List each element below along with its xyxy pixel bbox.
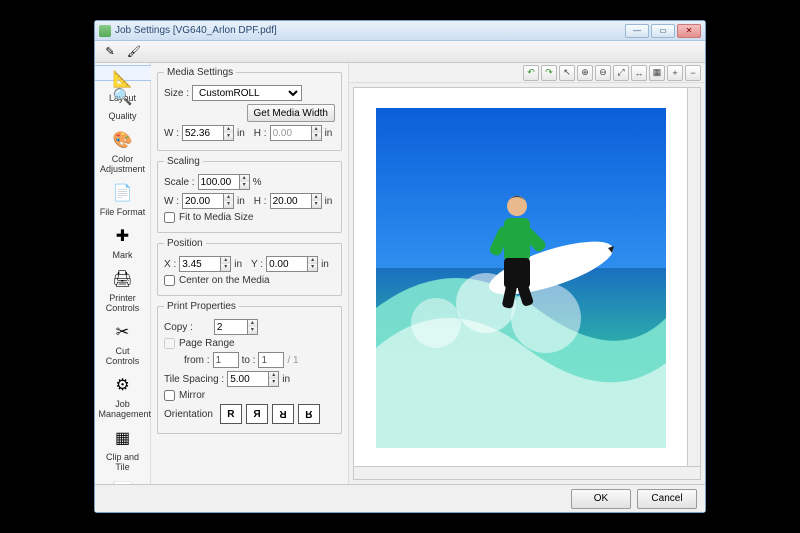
maximize-button[interactable]: ▭ [651, 24, 675, 38]
sidebar-item-color[interactable]: 🎨Color Adjustment [98, 124, 148, 177]
page-to-input [258, 352, 284, 368]
zoom-out-icon[interactable]: ⊖ [595, 65, 611, 81]
fit-media-checkbox[interactable] [164, 212, 175, 223]
sidebar-item-fileformat[interactable]: 📄File Format [98, 177, 148, 220]
sidebar-item-printer[interactable]: 🖨Printer Controls [98, 263, 148, 316]
media-width-input[interactable] [182, 125, 224, 141]
minus-icon[interactable]: − [685, 65, 701, 81]
media-settings-group: Media Settings Size : CustomROLL Get Med… [157, 67, 342, 151]
scaling-group: Scaling Scale : ▴▾ % W : ▴▾ in H : ▴▾ in… [157, 156, 342, 233]
sidebar-item-variable[interactable]: 📊Variable Data [98, 475, 148, 484]
orient-90-button[interactable]: R [246, 404, 268, 424]
dialog-buttons: OK Cancel [95, 484, 705, 512]
get-media-width-button[interactable]: Get Media Width [247, 104, 335, 122]
page-range-checkbox [164, 338, 175, 349]
plus-icon[interactable]: + [667, 65, 683, 81]
spin-up-icon[interactable]: ▴ [224, 126, 233, 133]
job-settings-window: Job Settings [VG640_Arlon DPF.pdf] — ▭ ✕… [94, 20, 706, 513]
orient-180-button[interactable]: R [272, 404, 294, 424]
scale-height-input[interactable] [270, 193, 312, 209]
redo-icon[interactable]: ↷ [541, 65, 557, 81]
close-button[interactable]: ✕ [677, 24, 701, 38]
scale-width-input[interactable] [182, 193, 224, 209]
print-properties-group: Print Properties Copy : ▴▾ Page Range fr… [157, 301, 342, 434]
main-toolbar: ✎ 🖌 [95, 41, 705, 63]
tile-spacing-input[interactable] [227, 371, 269, 387]
page-from-input [213, 352, 239, 368]
pos-x-input[interactable] [179, 256, 221, 272]
sidebar-item-quality[interactable]: 🔍Quality [98, 81, 148, 124]
page-width-icon[interactable]: ↔ [631, 65, 647, 81]
zoom-in-icon[interactable]: ⊕ [577, 65, 593, 81]
mirror-checkbox[interactable] [164, 390, 175, 401]
settings-panel: Media Settings Size : CustomROLL Get Med… [151, 63, 349, 484]
orient-270-button[interactable]: R [298, 404, 320, 424]
window-title: Job Settings [VG640_Arlon DPF.pdf] [115, 25, 625, 36]
preview-canvas[interactable] [353, 87, 701, 480]
sidebar-item-cut[interactable]: ✂Cut Controls [98, 316, 148, 369]
minimize-button[interactable]: — [625, 24, 649, 38]
orient-0-button[interactable]: R [220, 404, 242, 424]
scale-input[interactable] [198, 174, 240, 190]
media-height-input [270, 125, 312, 141]
zoom-fit-icon[interactable]: ⤢ [613, 65, 629, 81]
titlebar: Job Settings [VG640_Arlon DPF.pdf] — ▭ ✕ [95, 21, 705, 41]
undo-icon[interactable]: ↶ [523, 65, 539, 81]
ok-button[interactable]: OK [571, 489, 631, 509]
pos-y-input[interactable] [266, 256, 308, 272]
sidebar: 📐Layout 🔍Quality 🎨Color Adjustment 📄File… [95, 63, 151, 484]
position-group: Position X : ▴▾ in Y : ▴▾ in Center on t… [157, 238, 342, 296]
cancel-button[interactable]: Cancel [637, 489, 697, 509]
sidebar-item-jobmgmt[interactable]: ⚙Job Management [98, 369, 148, 422]
grid-icon[interactable]: ▦ [649, 65, 665, 81]
sidebar-item-cliptile[interactable]: ▦Clip and Tile [98, 422, 148, 475]
palette-icon[interactable]: 🖌 [123, 44, 145, 60]
preview-toolbar: ↶ ↷ ↖ ⊕ ⊖ ⤢ ↔ ▦ + − [349, 63, 705, 83]
spin-down-icon[interactable]: ▾ [224, 133, 233, 140]
sidebar-item-mark[interactable]: ✚Mark [98, 220, 148, 263]
pointer-icon[interactable]: ↖ [559, 65, 575, 81]
preview-image [376, 108, 666, 448]
preview-pane: ↶ ↷ ↖ ⊕ ⊖ ⤢ ↔ ▦ + − [349, 63, 705, 484]
app-icon [99, 25, 111, 37]
media-size-select[interactable]: CustomROLL [192, 85, 302, 101]
copy-input[interactable] [214, 319, 248, 335]
center-media-checkbox[interactable] [164, 275, 175, 286]
pencil-icon[interactable]: ✎ [99, 44, 121, 60]
